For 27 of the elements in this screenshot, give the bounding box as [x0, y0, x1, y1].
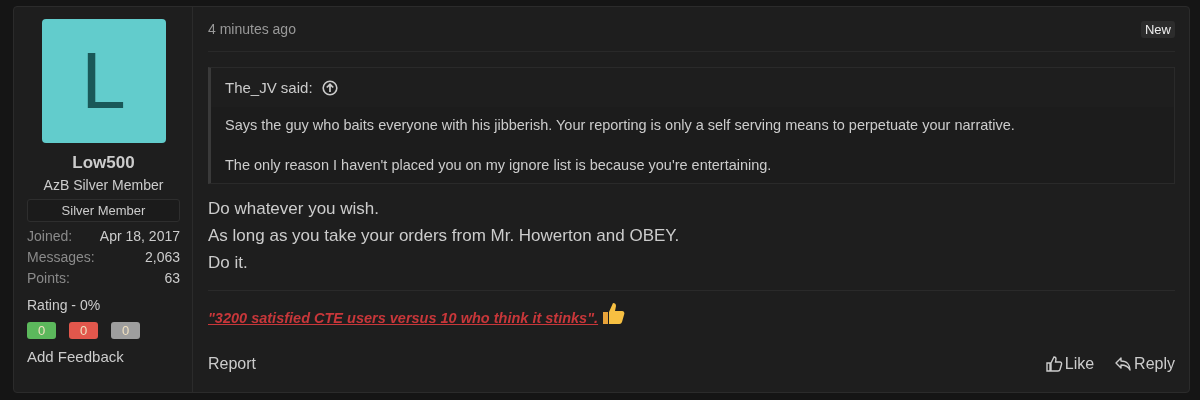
- user-title: AzB Silver Member: [42, 177, 165, 193]
- message-line: As long as you take your orders from Mr. Howerton and OBEY.: [208, 225, 681, 247]
- stat-value: 63: [164, 269, 180, 288]
- arrow-up-circle-icon[interactable]: [321, 79, 338, 96]
- thumbs-up-icon: [600, 300, 627, 326]
- stat-label: Points:: [27, 269, 70, 288]
- stat-label: Joined:: [27, 227, 73, 246]
- quote-text: Says the guy who baits everyone with his jibberish. Your reporting is only a self serving means to perpetuate your narrative.: [225, 117, 1016, 133]
- quote-text: The only reason I haven't placed you on my ignore list is because you're entertaining.: [225, 157, 773, 173]
- avatar[interactable]: L: [41, 19, 166, 143]
- message-line: Do it.: [208, 252, 249, 274]
- stat-value: Apr 18, 2017: [99, 227, 180, 246]
- stat-label: Messages:: [27, 248, 95, 267]
- quote-author[interactable]: The_JV said:: [225, 79, 313, 96]
- reply-arrow-icon: [1114, 355, 1133, 373]
- rating-text: Rating - 0%: [27, 297, 102, 313]
- like-button[interactable]: Like: [1044, 355, 1095, 373]
- post-time[interactable]: 4 minutes ago: [208, 21, 296, 37]
- user-banner: Silver Member: [27, 199, 180, 222]
- message-line: Do whatever you wish.: [208, 198, 381, 220]
- thumbs-up-icon: [1044, 355, 1063, 373]
- stat-value: 2,063: [144, 248, 180, 267]
- username-link[interactable]: Low500: [27, 153, 180, 173]
- add-feedback-link[interactable]: Add Feedback: [27, 348, 180, 365]
- report-link[interactable]: Report: [208, 355, 257, 373]
- reply-button[interactable]: Reply: [1114, 355, 1175, 373]
- new-badge: New: [1141, 20, 1175, 38]
